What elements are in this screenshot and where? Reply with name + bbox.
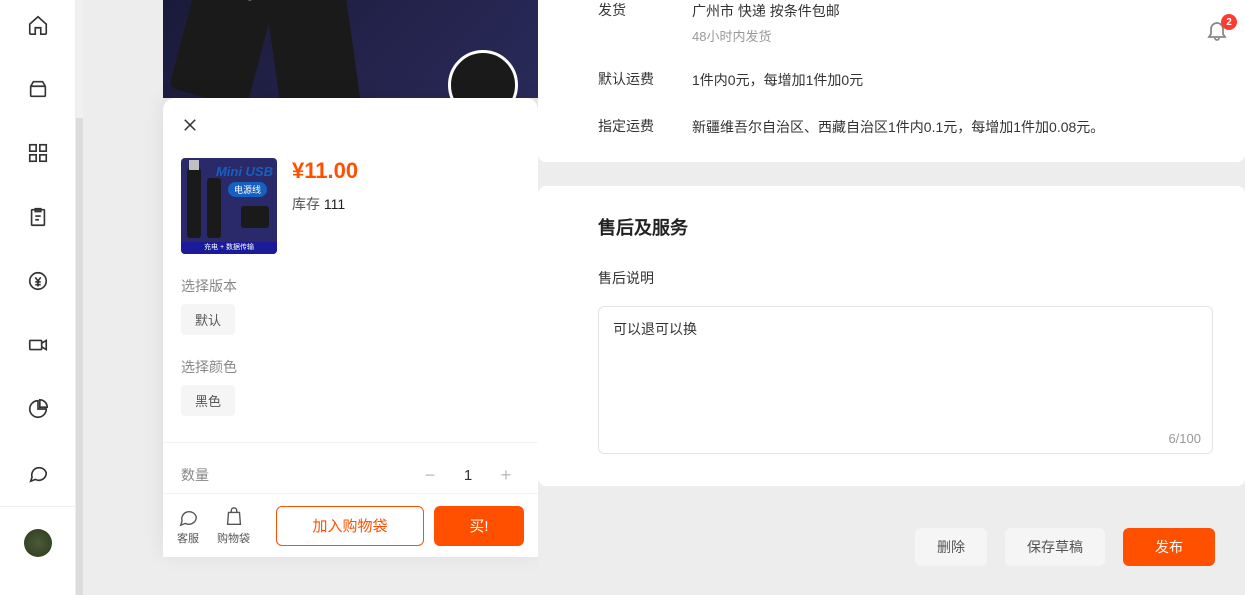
version-option-default[interactable]: 默认 <box>181 304 235 335</box>
user-avatar[interactable] <box>24 529 52 557</box>
close-icon <box>181 116 199 134</box>
sidebar-home[interactable] <box>17 4 59 46</box>
color-option-black[interactable]: 黑色 <box>181 385 235 416</box>
main-content: 2 发货 广州市 快递 按条件包邮 48小时内发货 默认运费 1件内0元，每增加… <box>538 0 1245 595</box>
buy-button[interactable]: 买! <box>434 506 524 546</box>
sidebar-money[interactable] <box>17 260 59 302</box>
home-icon <box>27 14 49 36</box>
product-price: ¥11.00 <box>292 158 358 184</box>
video-icon <box>27 334 49 356</box>
sku-popup: Mini USB 电源线 充电 + 数据传输 ¥11.00 库存 111 选择版… <box>163 98 538 557</box>
sidebar-divider <box>0 506 76 507</box>
save-draft-button[interactable]: 保存草稿 <box>1005 528 1105 566</box>
delete-button[interactable]: 删除 <box>915 528 987 566</box>
shipping-default-value: 1件内0元，每增加1件加0元 <box>692 69 863 91</box>
shipping-origin-sub: 48小时内发货 <box>692 26 840 45</box>
quantity-label: 数量 <box>181 465 209 485</box>
aftersale-card: 售后及服务 售后说明 6/100 <box>538 186 1245 486</box>
char-count: 6/100 <box>598 431 1201 446</box>
service-label: 客服 <box>177 530 199 546</box>
sidebar-clipboard[interactable] <box>17 196 59 238</box>
quantity-stepper: − 1 + <box>416 461 520 489</box>
product-thumbnail[interactable]: Mini USB 电源线 充电 + 数据传输 <box>181 158 277 254</box>
notification-bell[interactable]: 2 <box>1205 18 1233 46</box>
product-stock: 库存 111 <box>292 194 358 214</box>
thumb-badge: 电源线 <box>228 182 267 197</box>
sidebar-box[interactable] <box>17 68 59 110</box>
close-button[interactable] <box>181 116 205 140</box>
chat-icon <box>27 462 49 484</box>
chat-icon <box>177 506 199 528</box>
quantity-row: 数量 − 1 + <box>163 442 538 489</box>
stock-value: 111 <box>324 196 345 212</box>
publish-button[interactable]: 发布 <box>1123 528 1215 566</box>
aftersale-label: 售后说明 <box>598 268 1213 288</box>
preview-column: Mini USB 电源线 充电 + 数据传输 ¥11.00 库存 111 选择版… <box>83 0 538 595</box>
sidebar-chart[interactable] <box>17 388 59 430</box>
version-label: 选择版本 <box>163 276 538 296</box>
qty-decrease-button[interactable]: − <box>416 461 444 489</box>
shopping-bag-button[interactable]: 购物袋 <box>217 506 250 546</box>
customer-service-button[interactable]: 客服 <box>177 506 199 546</box>
sidebar-grid[interactable] <box>17 132 59 174</box>
bag-icon <box>223 506 245 528</box>
popup-header: Mini USB 电源线 充电 + 数据传输 ¥11.00 库存 111 <box>163 98 538 254</box>
shipping-row-default: 默认运费 1件内0元，每增加1件加0元 <box>598 45 1213 91</box>
bag-label: 购物袋 <box>217 530 250 546</box>
qty-value: 1 <box>444 467 492 484</box>
shipping-origin-label: 发货 <box>598 0 692 20</box>
color-label: 选择颜色 <box>163 357 538 377</box>
shipping-row-specific: 指定运费 新疆维吾尔自治区、西藏自治区1件内0.1元，每增加1件加0.08元。 <box>598 92 1213 138</box>
clipboard-icon <box>27 206 49 228</box>
qty-increase-button[interactable]: + <box>492 461 520 489</box>
aftersale-title: 售后及服务 <box>598 214 1213 240</box>
add-to-cart-button[interactable]: 加入购物袋 <box>276 506 424 546</box>
grid-icon <box>27 142 49 164</box>
popup-footer: 客服 购物袋 加入购物袋 买! <box>163 493 538 557</box>
stock-label: 库存 <box>292 196 320 212</box>
shipping-row-origin: 发货 广州市 快递 按条件包邮 48小时内发货 <box>598 0 1213 45</box>
thumb-title: Mini USB <box>216 164 273 179</box>
gray-gutter <box>76 118 83 595</box>
sidebar-video[interactable] <box>17 324 59 366</box>
notification-badge: 2 <box>1221 14 1237 30</box>
shipping-default-label: 默认运费 <box>598 69 692 89</box>
shipping-specific-value: 新疆维吾尔自治区、西藏自治区1件内0.1元，每增加1件加0.08元。 <box>692 116 1104 138</box>
main-sidebar <box>0 0 76 595</box>
yen-icon <box>27 270 49 292</box>
pie-chart-icon <box>27 398 49 420</box>
sidebar-chat[interactable] <box>17 452 59 494</box>
shipping-origin-value: 广州市 快递 按条件包邮 <box>692 0 840 22</box>
action-bar: 删除 保存草稿 发布 <box>538 486 1245 566</box>
shipping-card: 发货 广州市 快递 按条件包邮 48小时内发货 默认运费 1件内0元，每增加1件… <box>538 0 1245 162</box>
thumb-bottom: 充电 + 数据传输 <box>181 242 277 254</box>
box-icon <box>27 78 49 100</box>
shipping-specific-label: 指定运费 <box>598 116 692 136</box>
product-hero-image <box>163 0 538 98</box>
